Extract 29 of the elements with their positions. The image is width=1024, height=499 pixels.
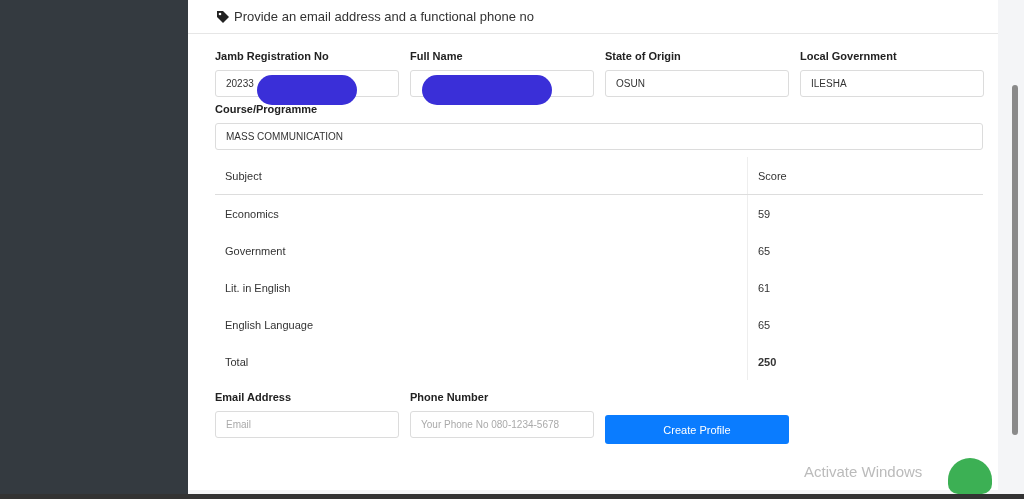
activation-notice: Activate Windows xyxy=(804,463,923,480)
field-label: Course/Programme xyxy=(215,103,318,115)
input-field[interactable]: ILESHA xyxy=(800,70,984,97)
field-label: Email Address xyxy=(215,391,291,403)
scrollbar[interactable] xyxy=(1012,85,1018,435)
input-field[interactable]: MASS COMMUNICATION xyxy=(215,123,983,150)
table-cell: Lit. in English xyxy=(215,269,748,306)
table-cell: Total xyxy=(215,343,748,380)
column-header: Subject xyxy=(215,157,748,195)
field-label: Full Name xyxy=(410,50,463,62)
input-field[interactable]: Email xyxy=(215,411,399,438)
table-cell: 65 xyxy=(747,232,983,269)
table-cell: 59 xyxy=(747,194,983,232)
input-field[interactable]: OSUN xyxy=(605,70,789,97)
table-cell: English Language xyxy=(215,306,748,343)
table-cell: 61 xyxy=(747,269,983,306)
table-cell: Government xyxy=(215,232,748,269)
field-label: Local Government xyxy=(800,50,897,62)
input-field[interactable]: Your Phone No 080-1234-5678 xyxy=(410,411,594,438)
tag-icon xyxy=(216,9,230,24)
table-cell: 65 xyxy=(747,306,983,343)
notice-text: Provide an email address and a functional phone no xyxy=(234,9,534,24)
column-header: Score xyxy=(747,157,983,195)
field-label: State of Origin xyxy=(605,50,681,62)
field-label: Jamb Registration No xyxy=(215,50,329,62)
create-profile-button[interactable]: Create Profile xyxy=(605,415,789,444)
table-cell: Economics xyxy=(215,194,748,232)
table-cell: 250 xyxy=(747,343,983,380)
field-label: Phone Number xyxy=(410,391,489,403)
